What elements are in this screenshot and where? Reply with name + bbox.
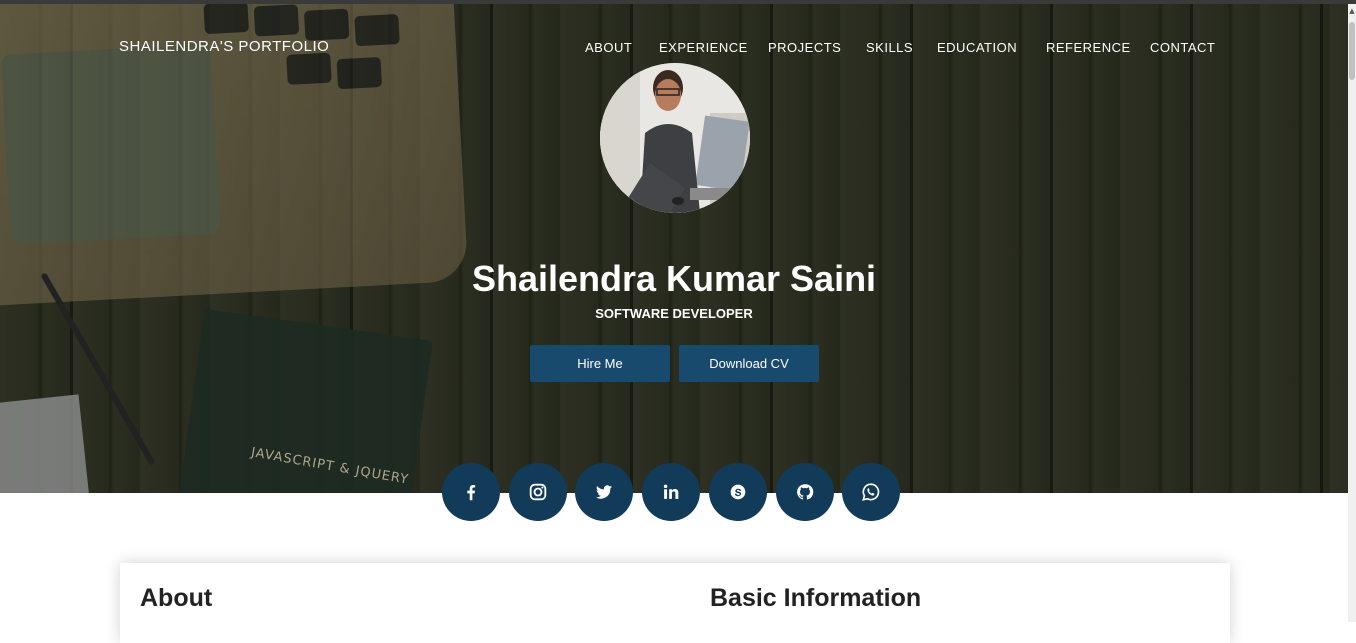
nav-reference[interactable]: REFERENCE (1046, 40, 1131, 55)
skype-icon[interactable] (709, 463, 767, 521)
hire-me-button[interactable]: Hire Me (530, 345, 670, 382)
nav-education[interactable]: EDUCATION (937, 40, 1017, 55)
page-scrollbar[interactable]: ▲ (1348, 4, 1356, 622)
nav-skills[interactable]: SKILLS (866, 40, 913, 55)
twitter-icon[interactable] (575, 463, 633, 521)
nav-projects[interactable]: PROJECTS (768, 40, 841, 55)
hero-section: JAVASCRIPT & JQUERY SHAILENDRA'S PORTFOL… (0, 4, 1348, 493)
wood-plank-line (1050, 4, 1053, 493)
wood-plank-line (1190, 4, 1193, 493)
nav-contact[interactable]: CONTACT (1150, 40, 1215, 55)
facebook-icon[interactable] (442, 463, 500, 521)
whatsapp-icon[interactable] (842, 463, 900, 521)
key (303, 8, 350, 41)
basic-information-heading: Basic Information (710, 584, 922, 612)
key (354, 13, 400, 47)
wood-plank-line (1320, 4, 1323, 493)
scroll-up-arrow-icon[interactable]: ▲ (1348, 6, 1356, 16)
linkedin-icon[interactable] (642, 463, 700, 521)
profile-avatar (600, 63, 750, 213)
wood-plank-line (490, 4, 493, 493)
key (253, 4, 300, 37)
trackpad (0, 43, 221, 245)
profile-photo (600, 63, 750, 213)
hero-role: SOFTWARE DEVELOPER (595, 306, 753, 321)
key (203, 4, 249, 35)
notebook-image (0, 394, 92, 493)
wood-plank-line (770, 4, 773, 493)
nav-about[interactable]: ABOUT (585, 40, 632, 55)
key (336, 56, 383, 90)
instagram-icon[interactable] (509, 463, 567, 521)
brand-link[interactable]: SHAILENDRA'S PORTFOLIO (119, 38, 329, 55)
key (286, 52, 332, 85)
about-card: About Basic Information (120, 563, 1230, 643)
download-cv-button[interactable]: Download CV (679, 345, 819, 382)
nav-experience[interactable]: EXPERIENCE (659, 40, 748, 55)
scrollbar-thumb[interactable] (1349, 22, 1355, 80)
hero-name: Shailendra Kumar Saini (471, 258, 877, 299)
about-heading: About (140, 584, 213, 612)
github-icon[interactable] (776, 463, 834, 521)
wood-plank-line (910, 4, 913, 493)
